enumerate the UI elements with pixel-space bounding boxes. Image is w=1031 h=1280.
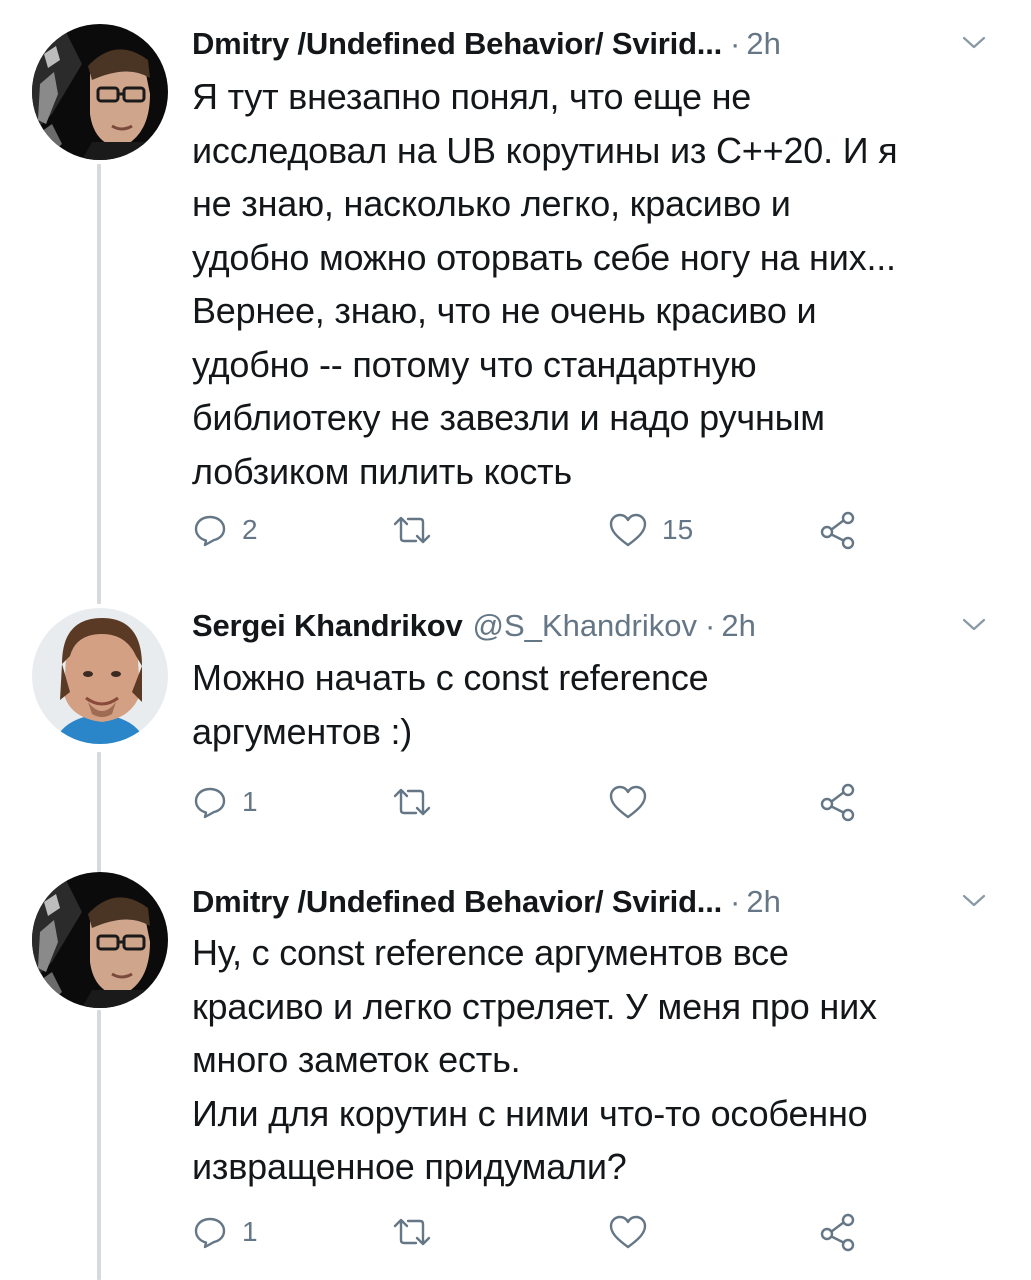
timestamp[interactable]: 2h [746, 26, 780, 62]
share-button[interactable] [818, 508, 858, 552]
thread-connector-line [97, 752, 101, 872]
retweet-button[interactable] [392, 780, 446, 824]
reply-icon [194, 515, 226, 547]
reply-icon [194, 787, 226, 819]
reply-button[interactable]: 1 [192, 1210, 258, 1254]
tweet-header: Dmitry /Undefined Behavior/ Svirid... · … [192, 880, 1011, 924]
like-button[interactable] [608, 780, 662, 824]
retweet-icon [393, 788, 431, 816]
like-button[interactable] [608, 1210, 662, 1254]
chevron-down-icon[interactable] [959, 888, 989, 912]
retweet-icon [393, 516, 431, 544]
chevron-down-icon[interactable] [959, 612, 989, 636]
avatar[interactable] [32, 872, 168, 1008]
tweet-header: Dmitry /Undefined Behavior/ Svirid... · … [192, 22, 1011, 66]
avatar[interactable] [32, 24, 168, 160]
retweet-button[interactable] [392, 508, 446, 552]
reply-button[interactable]: 2 [192, 508, 258, 552]
share-button[interactable] [818, 1210, 858, 1254]
author-handle[interactable]: @S_Khandrikov [473, 608, 697, 644]
chevron-down-icon[interactable] [959, 30, 989, 54]
tweet-actions: 1 [192, 780, 872, 824]
author-name[interactable]: Dmitry /Undefined Behavior/ Svirid... [192, 26, 722, 62]
tweet-header: Sergei Khandrikov @S_Khandrikov · 2h [192, 604, 1011, 648]
separator-dot: · [705, 608, 716, 643]
tweet-text: Я тут внезапно понял, что еще не исследо… [192, 76, 898, 492]
heart-icon [609, 1215, 647, 1249]
retweet-icon [393, 1218, 431, 1246]
share-icon [820, 783, 855, 822]
timestamp[interactable]: 2h [746, 884, 780, 920]
reply-count: 2 [242, 514, 258, 545]
author-name[interactable]: Dmitry /Undefined Behavior/ Svirid... [192, 884, 722, 920]
tweet-actions: 2 15 [192, 508, 872, 552]
reply-button[interactable]: 1 [192, 780, 258, 824]
retweet-button[interactable] [392, 1210, 446, 1254]
share-icon [820, 1213, 855, 1252]
separator-dot: · [730, 26, 741, 61]
share-button[interactable] [818, 780, 858, 824]
like-button[interactable]: 15 [608, 508, 693, 552]
heart-icon [609, 785, 647, 819]
tweet-text: Ну, с const reference аргументов все кра… [192, 932, 877, 1187]
separator-dot: · [730, 884, 741, 919]
tweet-actions: 1 [192, 1210, 872, 1254]
avatar[interactable] [32, 608, 168, 744]
share-icon [820, 511, 855, 550]
timestamp[interactable]: 2h [721, 608, 755, 644]
reply-icon [194, 1217, 226, 1249]
like-count: 15 [662, 514, 694, 545]
reply-count: 1 [242, 786, 258, 817]
thread-connector-line [97, 1010, 101, 1280]
author-name[interactable]: Sergei Khandrikov [192, 608, 463, 644]
heart-icon [609, 513, 647, 547]
thread-connector-line [97, 164, 101, 604]
tweet-text: Можно начать с const reference аргументо… [192, 657, 709, 752]
reply-count: 1 [242, 1216, 258, 1247]
